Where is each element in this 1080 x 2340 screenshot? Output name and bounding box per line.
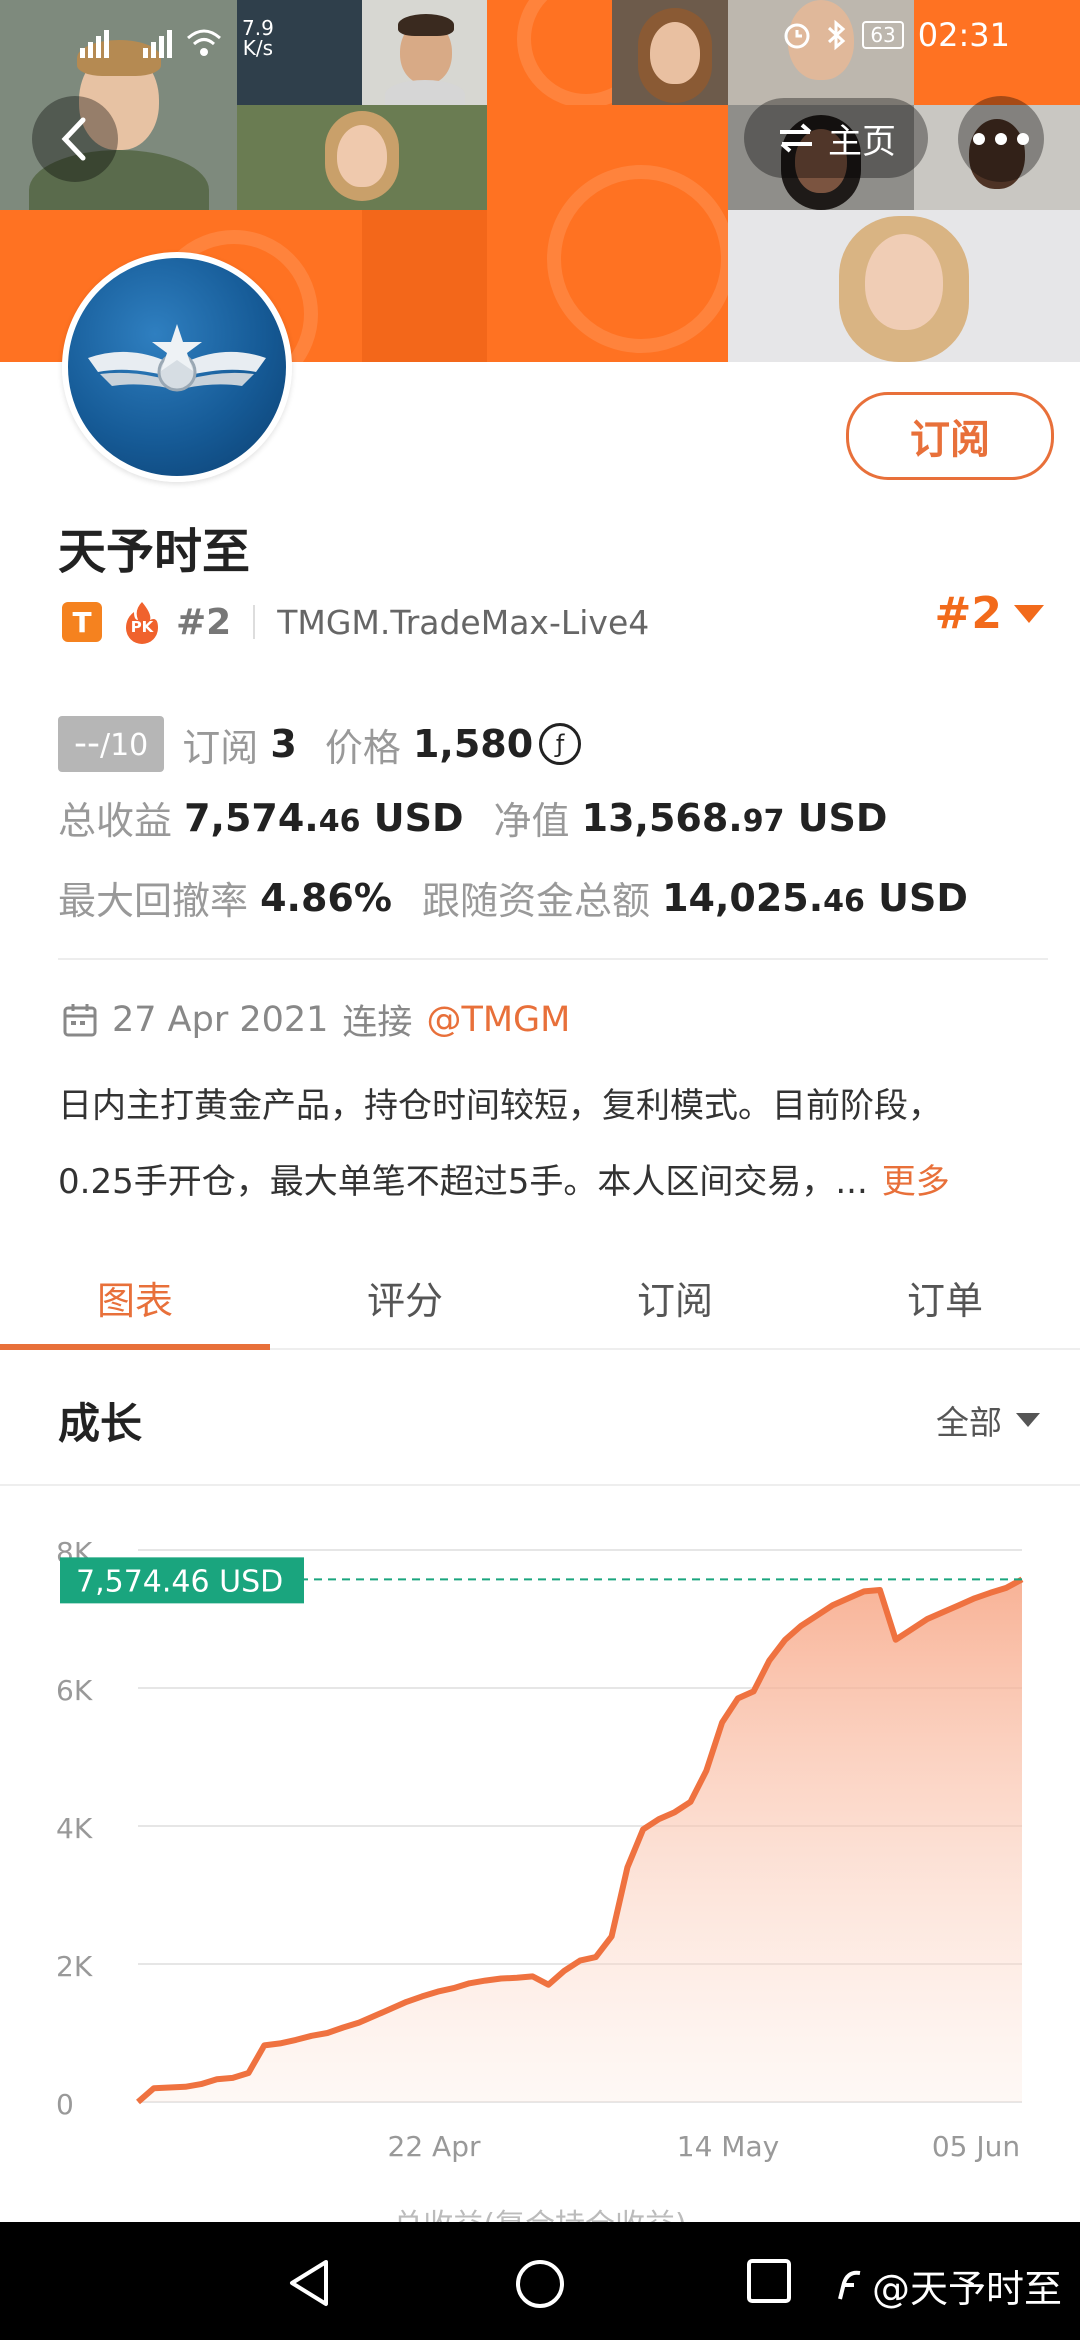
weibo-logo-icon <box>838 2270 861 2299</box>
profile-name: 天予时至 <box>58 524 251 580</box>
profile-tags: T PK #2 TMGM.TradeMax-Live4 <box>62 596 1042 648</box>
pk-flame-icon: PK <box>122 600 162 644</box>
tab-chart[interactable]: 图表 <box>0 1244 270 1350</box>
rank-small: #2 <box>176 601 232 643</box>
rank-dropdown[interactable]: #2 <box>935 588 1044 639</box>
broker-mention-link[interactable]: @TMGM <box>426 1000 570 1040</box>
signal-icon <box>80 28 109 58</box>
wings-emblem-icon <box>88 324 266 392</box>
follow-funds: 14,025.46 USD <box>662 875 968 920</box>
range-filter-dropdown[interactable]: 全部 <box>936 1396 1040 1444</box>
stats-row-3: 最大回撤率 4.86% 跟随资金总额 14,025.46 USD <box>58 875 968 924</box>
y-tick-label: 6K <box>56 1674 93 1707</box>
bluetooth-icon <box>828 19 846 51</box>
more-link[interactable]: 更多 <box>882 1162 950 1202</box>
y-tick-label: 4K <box>56 1812 93 1845</box>
battery-indicator: 63 <box>862 21 904 49</box>
divider <box>0 1484 1080 1486</box>
calendar-icon <box>63 1003 97 1036</box>
equity: 13,568.97 USD <box>581 795 888 840</box>
home-button-label: 主页 <box>828 121 896 162</box>
score-badge: --/10 <box>58 716 165 772</box>
growth-chart: 02K4K6K8K22 Apr 14 May 05 Jun7,574.46 USD <box>56 1536 1024 2163</box>
caret-down-icon <box>1016 1413 1040 1427</box>
home-button[interactable]: 主页 <box>744 98 928 178</box>
clock: 02:31 <box>917 16 1010 54</box>
watermark: @天予时至 <box>836 2258 1062 2313</box>
broker-account: TMGM.TradeMax-Live4 <box>277 602 650 642</box>
back-button[interactable] <box>32 96 118 182</box>
max-drawdown: 4.86% <box>260 875 392 920</box>
system-nav-bar: @天予时至 <box>0 2222 1080 2340</box>
y-tick-label: 0 <box>56 2088 74 2121</box>
description-line-1: 日内主打黄金产品，持仓时间较短，复利模式。目前阶段， <box>58 1086 942 1126</box>
nav-home-icon[interactable] <box>514 2258 566 2310</box>
y-tick-label: 2K <box>56 1950 93 1983</box>
nav-recents-icon[interactable] <box>746 2258 792 2304</box>
tab-subscriptions[interactable]: 订阅 <box>540 1244 810 1348</box>
status-bar: 7.9 K/s 63 02:31 <box>0 0 1080 76</box>
coin-icon: ƒ <box>539 723 582 765</box>
x-tick-label: 05 Jun <box>932 2130 1020 2163</box>
growth-title: 成长 <box>58 1399 143 1448</box>
stats-row-1: --/10 订阅 3 价格 1,580 ƒ <box>58 716 1058 772</box>
x-tick-label: 14 May <box>677 2130 779 2163</box>
connect-info: 27 Apr 2021 连接 @TMGM <box>62 994 570 1045</box>
subs-count: 3 <box>270 722 297 766</box>
more-options-button[interactable] <box>958 96 1044 182</box>
stats-row-2: 总收益 7,574.46 USD 净值 13,568.97 USD <box>58 795 888 844</box>
chart-footer: 总收益(复合持仓收益) <box>0 2200 1080 2224</box>
divider <box>253 605 256 639</box>
tab-orders[interactable]: 订单 <box>810 1244 1080 1348</box>
current-value-label: 7,574.46 USD <box>76 1564 283 1599</box>
alarm-icon <box>784 23 810 49</box>
x-tick-label: 22 Apr <box>388 2130 481 2163</box>
price-value: 1,580 <box>412 722 534 766</box>
chevron-left-icon <box>61 117 86 161</box>
more-dots-icon <box>973 133 1029 145</box>
tab-bar: 图表 评分 订阅 订单 <box>0 1244 1080 1350</box>
description-line-2: 0.25手开仓，最大单笔不超过5手。本人区间交易，... 更多 <box>58 1162 950 1202</box>
tab-rating[interactable]: 评分 <box>270 1244 540 1348</box>
switch-icon <box>780 123 812 153</box>
wifi-icon <box>187 29 221 56</box>
avatar[interactable] <box>62 252 292 482</box>
divider <box>58 958 1048 960</box>
nav-back-icon[interactable] <box>286 2258 332 2308</box>
net-speed: 7.9 K/s <box>242 16 274 60</box>
signal-icon <box>143 28 172 58</box>
tag-badge: T <box>62 602 102 642</box>
caret-down-icon <box>1014 604 1044 623</box>
total-profit: 7,574.46 USD <box>184 795 464 840</box>
area-fill <box>138 1579 1022 2102</box>
subscribe-button[interactable]: 订阅 <box>846 392 1054 480</box>
